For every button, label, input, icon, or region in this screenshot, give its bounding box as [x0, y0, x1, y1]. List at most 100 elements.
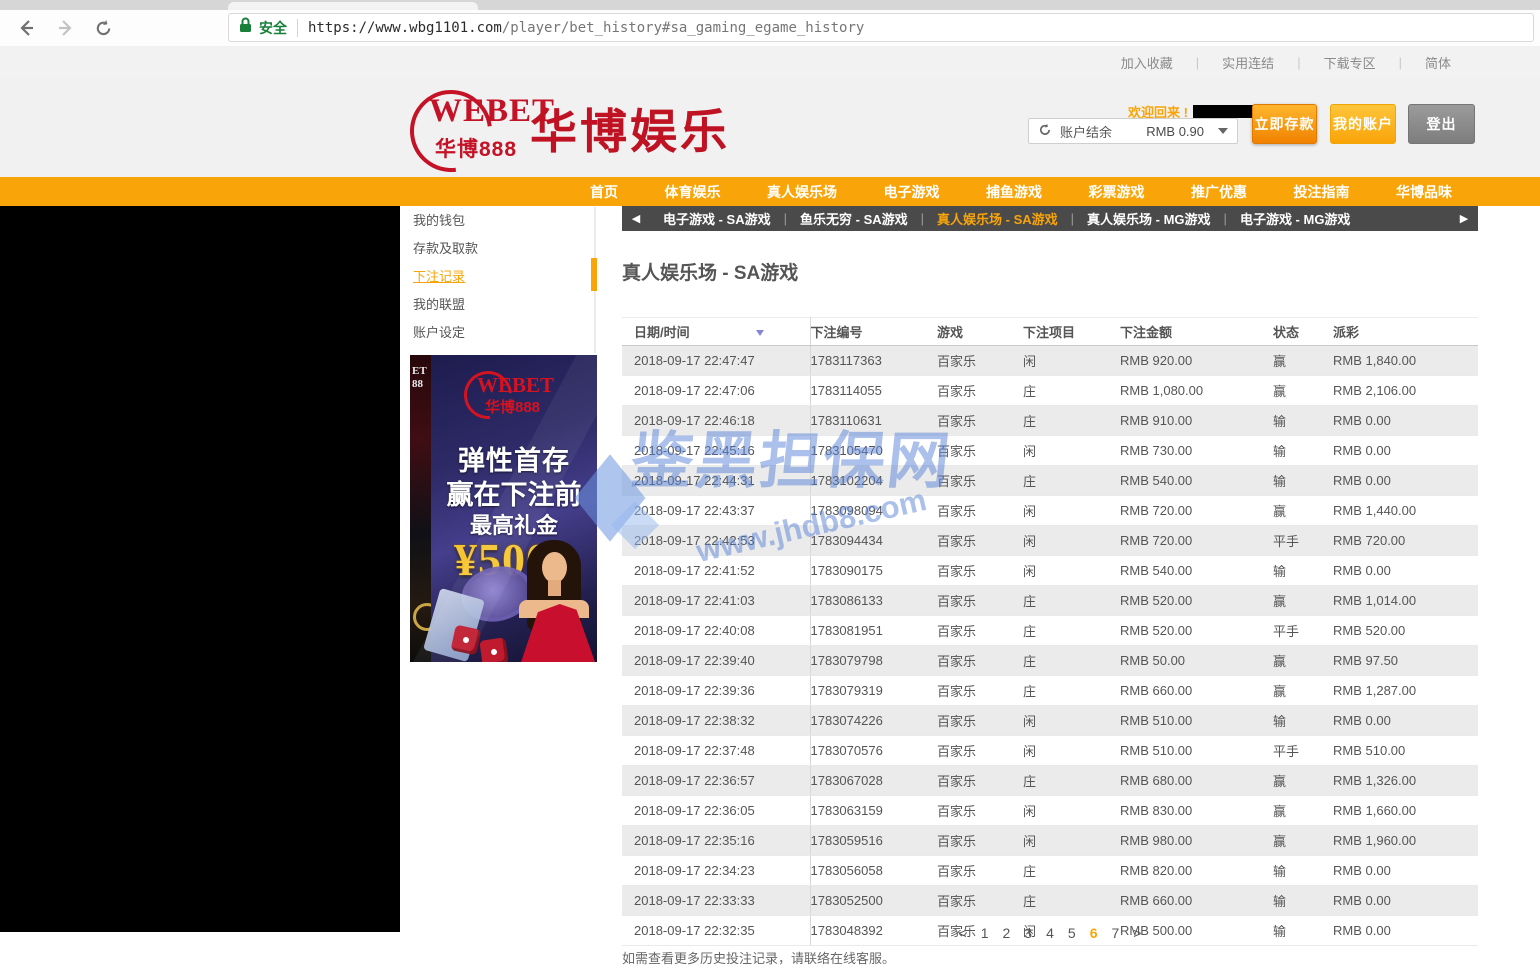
sidebar-item-3[interactable]: 下注记录 [413, 263, 573, 291]
my-account-button[interactable]: 我的账户 [1330, 104, 1396, 144]
cell-6: 输 [1273, 886, 1333, 916]
cell-3: 百家乐 [937, 646, 1023, 676]
toplink-1[interactable]: 加入收藏 [1121, 53, 1173, 72]
table-row: 2018-09-17 22:46:181783110631百家乐庄RMB 910… [622, 406, 1478, 436]
cell-4: 闲 [1023, 736, 1120, 766]
pagination-page-2[interactable]: 2 [1003, 925, 1011, 941]
cell-2: 1783070576 [810, 736, 937, 766]
column-header-4[interactable]: 下注项目 [1023, 318, 1120, 346]
bet-history-table: 日期/时间下注编号游戏下注项目下注金额状态派彩 2018-09-17 22:47… [622, 317, 1478, 946]
balance-widget[interactable]: 账户结余 RMB 0.90 [1028, 118, 1238, 144]
peek-text: ET 88 [412, 365, 427, 391]
banner-artwork: WEBET 华博888 弹性首存 赢在下注前 最高礼金 ¥5000 [431, 355, 597, 662]
game-tab-5[interactable]: 电子游戏 - MG游戏 [1240, 209, 1351, 228]
cell-6: 平手 [1273, 616, 1333, 646]
url-path: /player/bet_history#sa_gaming_egame_hist… [502, 20, 864, 36]
pagination-page-7[interactable]: 7 [1111, 925, 1119, 941]
pagination-page-6[interactable]: 6 [1090, 925, 1098, 941]
pagination-page-1[interactable]: 1 [981, 925, 989, 941]
toplink-3[interactable]: 下载专区 [1324, 53, 1376, 72]
column-header-2[interactable]: 下注编号 [810, 318, 937, 346]
browser-active-tab[interactable] [228, 2, 478, 10]
sidebar-item-2[interactable]: 存款及取款 [413, 235, 573, 263]
pagination-prev[interactable]: < [959, 925, 967, 941]
cell-4: 庄 [1023, 586, 1120, 616]
tab-scroll-left-icon[interactable]: ◀ [622, 212, 650, 225]
cell-5: RMB 730.00 [1120, 436, 1273, 466]
cell-6: 输 [1273, 466, 1333, 496]
balance-label: 账户结余 [1060, 122, 1112, 141]
cell-2: 1783090175 [810, 556, 937, 586]
game-tab-4[interactable]: 真人娱乐场 - MG游戏 [1087, 209, 1211, 228]
forward-icon[interactable] [50, 14, 80, 42]
cell-6: 赢 [1273, 676, 1333, 706]
nav-item-9[interactable]: 华博品味 [1396, 182, 1452, 202]
cell-1: 2018-09-17 22:39:36 [622, 676, 810, 706]
cell-7: RMB 0.00 [1333, 556, 1478, 586]
deposit-button[interactable]: 立即存款 [1252, 104, 1317, 144]
sidebar-item-5[interactable]: 账户设定 [413, 319, 573, 347]
cell-6: 赢 [1273, 796, 1333, 826]
nav-item-1[interactable]: 首页 [590, 182, 618, 202]
table-row: 2018-09-17 22:47:471783117363百家乐闲RMB 920… [622, 346, 1478, 376]
cell-1: 2018-09-17 22:34:23 [622, 856, 810, 886]
table-row: 2018-09-17 22:34:231783056058百家乐庄RMB 820… [622, 856, 1478, 886]
column-header-7[interactable]: 派彩 [1333, 318, 1478, 346]
cell-3: 百家乐 [937, 406, 1023, 436]
table-row: 2018-09-17 22:44:311783102204百家乐庄RMB 540… [622, 466, 1478, 496]
logo-888-text: 华博888 [435, 133, 517, 163]
pagination-next[interactable]: > [1133, 925, 1141, 941]
table-row: 2018-09-17 22:45:161783105470百家乐闲RMB 730… [622, 436, 1478, 466]
game-tab-2[interactable]: 鱼乐无穷 - SA游戏 [800, 209, 908, 228]
left-background-panel [0, 206, 400, 932]
pagination-page-3[interactable]: 3 [1024, 925, 1032, 941]
nav-item-2[interactable]: 体育娱乐 [665, 182, 721, 202]
nav-item-6[interactable]: 彩票游戏 [1089, 182, 1145, 202]
cell-5: RMB 910.00 [1120, 406, 1273, 436]
cell-4: 闲 [1023, 556, 1120, 586]
cell-7: RMB 510.00 [1333, 736, 1478, 766]
nav-item-7[interactable]: 推广优惠 [1191, 182, 1247, 202]
refresh-balance-icon[interactable] [1038, 123, 1052, 140]
cell-5: RMB 830.00 [1120, 796, 1273, 826]
promo-banner[interactable]: ET 88 WEBET 华博888 弹性首存 赢在下注前 最高礼金 ¥5000 [410, 355, 597, 662]
sidebar-item-4[interactable]: 我的联盟 [413, 291, 573, 319]
tab-scroll-right-icon[interactable]: ▶ [1450, 212, 1478, 225]
back-icon[interactable] [12, 14, 42, 42]
cell-7: RMB 1,960.00 [1333, 826, 1478, 856]
game-tab-1[interactable]: 电子游戏 - SA游戏 [663, 209, 771, 228]
site-logo[interactable]: WEBET 华博888 华博娱乐 [408, 81, 748, 175]
game-tab-3[interactable]: 真人娱乐场 - SA游戏 [937, 209, 1058, 228]
nav-item-5[interactable]: 捕鱼游戏 [986, 182, 1042, 202]
toplink-2[interactable]: 实用连结 [1222, 53, 1274, 72]
nav-item-4[interactable]: 电子游戏 [884, 182, 940, 202]
logout-button[interactable]: 登出 [1408, 104, 1475, 144]
previous-banner-peek: ET 88 [410, 355, 431, 662]
caret-down-icon[interactable] [1218, 128, 1228, 134]
nav-item-3[interactable]: 真人娱乐场 [767, 182, 837, 202]
address-bar[interactable]: 安全 https://www.wbg1101.com/player/bet_hi… [228, 13, 1534, 42]
cell-4: 庄 [1023, 766, 1120, 796]
cell-2: 1783105470 [810, 436, 937, 466]
table-row: 2018-09-17 22:35:161783059516百家乐闲RMB 980… [622, 826, 1478, 856]
cell-7: RMB 0.00 [1333, 436, 1478, 466]
cell-1: 2018-09-17 22:42:53 [622, 526, 810, 556]
column-header-5[interactable]: 下注金额 [1120, 318, 1273, 346]
cell-3: 百家乐 [937, 526, 1023, 556]
cell-1: 2018-09-17 22:40:08 [622, 616, 810, 646]
pagination-page-4[interactable]: 4 [1046, 925, 1054, 941]
cell-4: 庄 [1023, 646, 1120, 676]
cell-2: 1783114055 [810, 376, 937, 406]
sort-desc-icon[interactable] [756, 330, 764, 336]
nav-item-8[interactable]: 投注指南 [1294, 182, 1350, 202]
cell-2: 1783052500 [810, 886, 937, 916]
column-header-3[interactable]: 游戏 [937, 318, 1023, 346]
toplink-4[interactable]: 简体 [1425, 53, 1451, 72]
cell-4: 闲 [1023, 436, 1120, 466]
pagination-page-5[interactable]: 5 [1068, 925, 1076, 941]
column-header-6[interactable]: 状态 [1273, 318, 1333, 346]
cell-2: 1783094434 [810, 526, 937, 556]
sidebar-item-1[interactable]: 我的钱包 [413, 207, 573, 235]
refresh-icon[interactable] [88, 14, 118, 42]
column-header-1[interactable]: 日期/时间 [622, 318, 810, 346]
